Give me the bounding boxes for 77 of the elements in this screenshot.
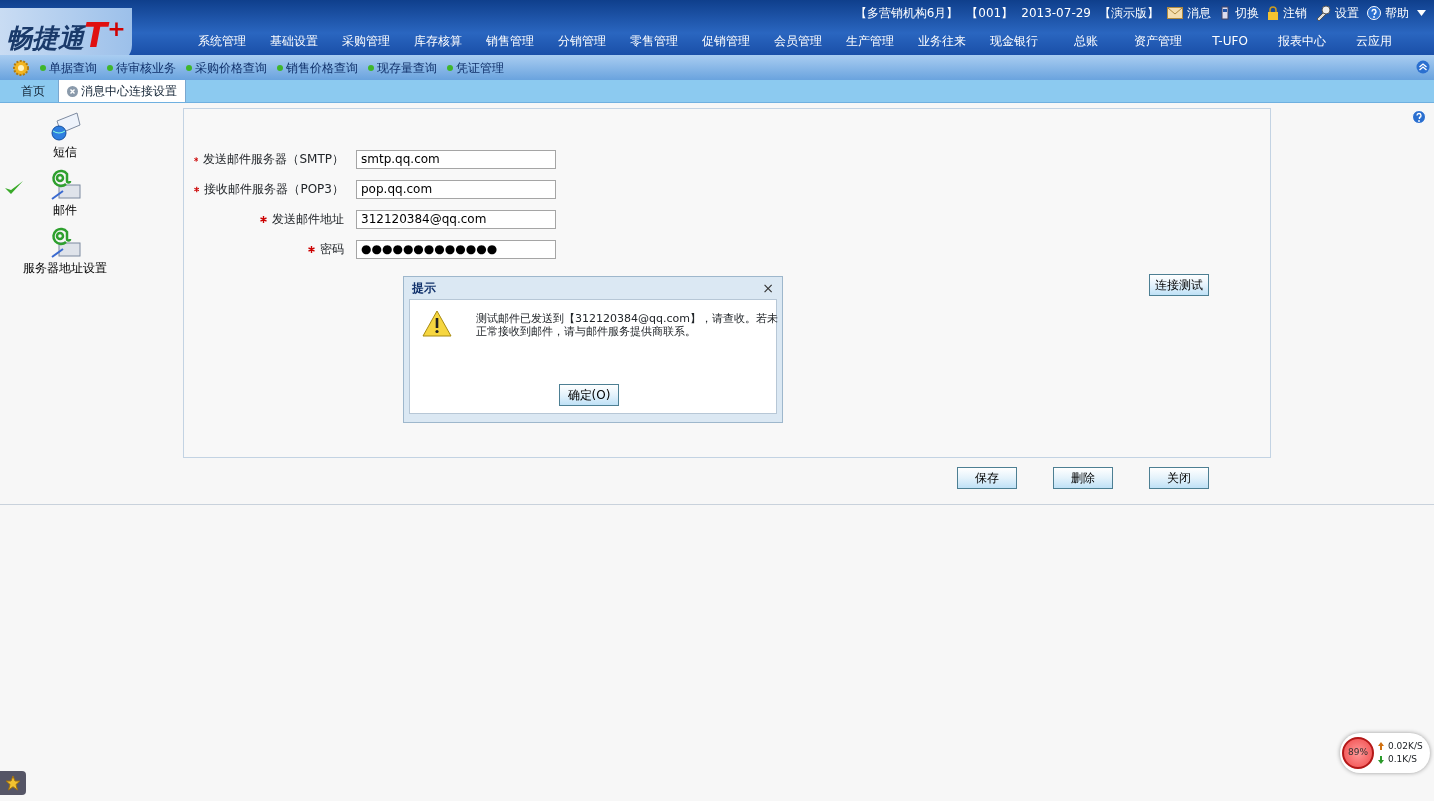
header-info-text: 2013-07-29 bbox=[1021, 5, 1091, 22]
quick-link[interactable]: 凭证管理 bbox=[456, 58, 504, 77]
header-info-text: 【演示版】 bbox=[1099, 5, 1159, 22]
bullet-icon bbox=[186, 64, 192, 71]
lock-icon bbox=[1267, 6, 1279, 20]
input-field[interactable]: ●●●●●●●●●●●●● bbox=[356, 239, 556, 259]
header-link[interactable]: 切换 bbox=[1235, 4, 1259, 22]
menu-item[interactable]: 库存核算 bbox=[402, 32, 474, 50]
header-link[interactable]: 设置 bbox=[1335, 4, 1359, 22]
header-link[interactable]: 注销 bbox=[1283, 4, 1307, 22]
dropdown-caret-icon[interactable] bbox=[1417, 10, 1426, 16]
menu-item[interactable]: 销售管理 bbox=[474, 32, 546, 50]
input-field[interactable]: pop.qq.com bbox=[356, 179, 556, 199]
input-field[interactable]: smtp.qq.com bbox=[356, 149, 556, 169]
gear-icon bbox=[12, 58, 30, 77]
menu-item[interactable]: 现金银行 bbox=[978, 32, 1050, 50]
envelope-globe-icon bbox=[49, 111, 81, 143]
upload-speed: 0.02K/S bbox=[1388, 739, 1423, 753]
tab[interactable]: 消息中心连接设置 bbox=[58, 79, 186, 102]
envelope-icon bbox=[1167, 7, 1183, 19]
menu-item[interactable]: 云应用 bbox=[1338, 32, 1410, 50]
bullet-icon bbox=[107, 64, 113, 71]
header-info-text: 【多营销机构6月】 bbox=[854, 5, 959, 22]
quick-link[interactable]: 销售价格查询 bbox=[286, 58, 358, 77]
input-field[interactable]: 312120384@qq.com bbox=[356, 209, 556, 229]
warning-icon bbox=[422, 310, 452, 337]
up-arrow-icon bbox=[1378, 742, 1384, 751]
action-button[interactable]: 保存 bbox=[957, 467, 1017, 489]
menu-item[interactable]: 报表中心 bbox=[1266, 32, 1338, 50]
menu-item[interactable]: 系统管理 bbox=[186, 32, 258, 50]
close-button[interactable]: × bbox=[762, 277, 774, 299]
menu-item[interactable]: 基础设置 bbox=[258, 32, 330, 50]
sidebar-item[interactable]: 邮件 bbox=[53, 201, 77, 219]
dialog-title: 提示 bbox=[412, 280, 436, 297]
field-label: 接收邮件服务器（POP3） bbox=[204, 181, 344, 198]
switch-icon bbox=[1219, 6, 1231, 20]
menu-item[interactable]: 零售管理 bbox=[618, 32, 690, 50]
menu-item[interactable]: 分销管理 bbox=[546, 32, 618, 50]
field-label: 密码 bbox=[320, 241, 344, 258]
collapse-icon[interactable] bbox=[1416, 60, 1430, 74]
at-sign-mail-icon bbox=[49, 227, 81, 259]
tab[interactable]: 首页 bbox=[12, 79, 54, 102]
menu-item[interactable]: 总账 bbox=[1050, 32, 1122, 50]
sidebar-item[interactable]: 短信 bbox=[53, 143, 77, 161]
dialog-message: 测试邮件已发送到【312120384@qq.com】，请查收。若未正常接收到邮件，请与邮件服务提供商联系。 bbox=[476, 312, 779, 338]
quick-link[interactable]: 采购价格查询 bbox=[195, 58, 267, 77]
bullet-icon bbox=[368, 64, 374, 71]
menu-item[interactable]: 采购管理 bbox=[330, 32, 402, 50]
menu-item[interactable]: 会员管理 bbox=[762, 32, 834, 50]
ok-button[interactable]: 确定(O) bbox=[559, 384, 619, 406]
action-button[interactable]: 关闭 bbox=[1149, 467, 1209, 489]
field-label: 发送邮件地址 bbox=[272, 211, 344, 228]
field-label: 发送邮件服务器（SMTP） bbox=[203, 151, 344, 168]
action-button[interactable]: 删除 bbox=[1053, 467, 1113, 489]
header-info-text: 【001】 bbox=[966, 5, 1014, 22]
menu-item[interactable]: T-UFO bbox=[1194, 32, 1266, 50]
sidebar-item[interactable]: 服务器地址设置 bbox=[23, 259, 107, 277]
connection-test-button[interactable]: 连接测试 bbox=[1149, 274, 1209, 296]
favorites-button[interactable] bbox=[0, 771, 26, 795]
close-icon[interactable] bbox=[67, 85, 78, 97]
bullet-icon bbox=[40, 64, 46, 71]
download-speed: 0.1K/S bbox=[1388, 753, 1417, 766]
header-link[interactable]: 帮助 bbox=[1385, 4, 1409, 22]
memory-gauge: 89% bbox=[1342, 737, 1374, 769]
bullet-icon bbox=[447, 64, 453, 71]
header-link[interactable]: 消息 bbox=[1187, 4, 1211, 22]
down-arrow-icon bbox=[1378, 755, 1384, 764]
quick-link[interactable]: 现存量查询 bbox=[377, 58, 437, 77]
help-icon bbox=[1367, 6, 1381, 20]
menu-item[interactable]: 生产管理 bbox=[834, 32, 906, 50]
menu-item[interactable]: 资产管理 bbox=[1122, 32, 1194, 50]
bullet-icon bbox=[277, 64, 283, 71]
menu-item[interactable]: 促销管理 bbox=[690, 32, 762, 50]
at-sign-mail-icon bbox=[49, 169, 81, 201]
menu-item[interactable]: 业务往来 bbox=[906, 32, 978, 50]
star-icon bbox=[5, 775, 21, 791]
help-icon bbox=[1412, 110, 1426, 124]
